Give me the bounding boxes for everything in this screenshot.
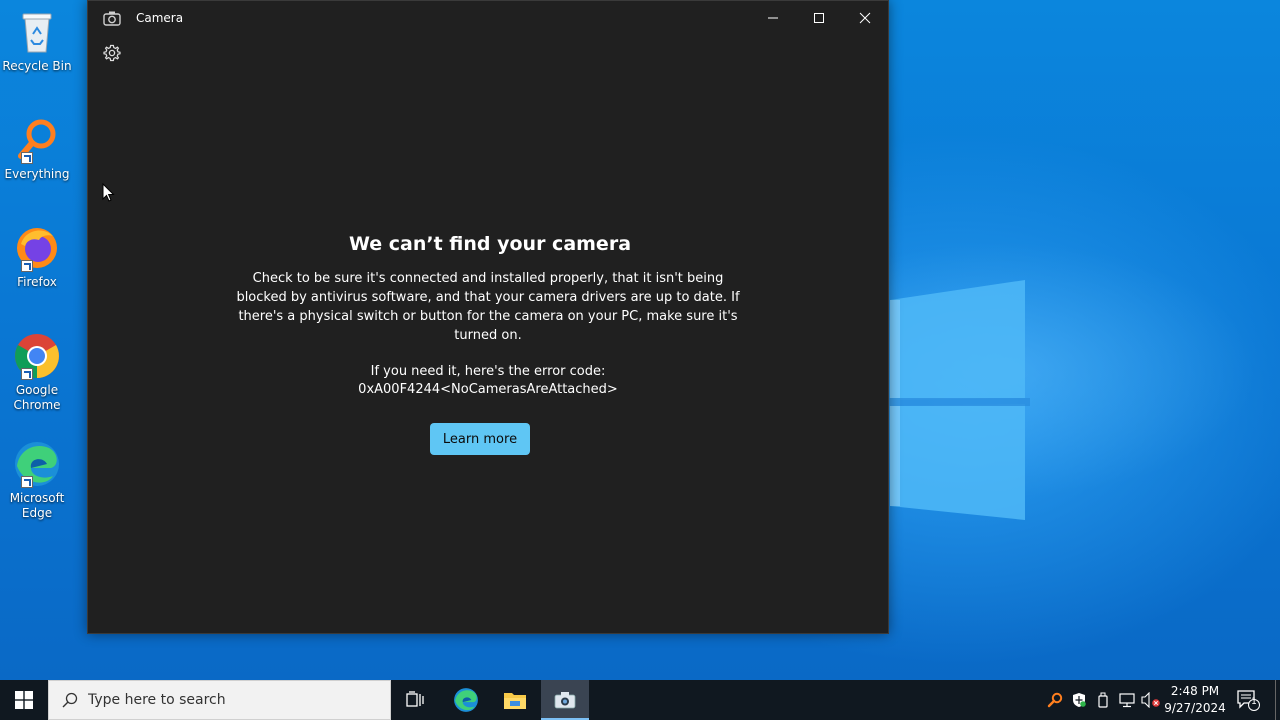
desktop-icon-label: Recycle Bin <box>2 59 72 73</box>
search-input[interactable] <box>86 691 370 709</box>
everything-search-icon <box>1047 692 1063 708</box>
start-button[interactable] <box>0 680 48 720</box>
edge-icon <box>454 688 478 712</box>
taskbar-edge[interactable] <box>442 680 490 720</box>
edge-icon <box>13 440 61 488</box>
title-bar[interactable]: Camera <box>88 1 888 35</box>
desktop-icon-microsoft-edge[interactable]: Microsoft Edge <box>2 440 72 521</box>
error-code-block: If you need it, here's the error code: 0… <box>358 363 618 399</box>
desktop-icon-label: Google Chrome <box>13 383 61 412</box>
learn-more-button[interactable]: Learn more <box>430 423 530 455</box>
usb-eject-icon <box>1098 692 1108 708</box>
volume-muted-icon <box>1141 692 1160 708</box>
clock-time: 2:48 PM <box>1170 684 1220 698</box>
camera-window: Camera We can’t find your camera Check t… <box>87 0 889 634</box>
clock-date: 9/27/2024 <box>1164 701 1226 715</box>
error-message: We can’t find your camera Check to be su… <box>88 233 888 455</box>
minimize-icon <box>768 17 778 19</box>
mouse-cursor-icon <box>102 183 115 202</box>
desktop-icon-google-chrome[interactable]: Google Chrome <box>2 332 72 413</box>
error-heading: We can’t find your camera <box>348 233 632 255</box>
camera-icon <box>103 11 121 26</box>
tray-network[interactable] <box>1117 690 1137 710</box>
settings-gear-icon[interactable] <box>102 43 122 63</box>
notification-count: 1 <box>1251 697 1257 707</box>
tray-usb[interactable] <box>1093 690 1113 710</box>
error-body: Check to be sure it's connected and inst… <box>236 271 740 343</box>
taskbar-clock[interactable]: 2:48 PM 9/27/2024 <box>1162 683 1228 717</box>
task-view-button[interactable] <box>392 680 440 720</box>
shortcut-arrow-icon <box>21 368 33 380</box>
windows-wallpaper-logo <box>880 280 1030 520</box>
desktop-icon-firefox[interactable]: Firefox <box>2 224 72 290</box>
recycle-bin-icon <box>13 8 61 56</box>
desktop-icon-label: Microsoft Edge <box>9 491 65 520</box>
maximize-icon <box>814 13 824 23</box>
action-center-button[interactable]: 1 <box>1235 688 1261 712</box>
tray-defender[interactable] <box>1069 690 1089 710</box>
close-button[interactable] <box>842 1 888 35</box>
taskbar-camera[interactable] <box>541 680 589 720</box>
shortcut-arrow-icon <box>21 152 33 164</box>
taskbar-search-box[interactable] <box>48 680 391 720</box>
taskbar: 2:48 PM 9/27/2024 1 <box>0 680 1280 720</box>
defender-shield-icon <box>1073 693 1086 707</box>
camera-icon <box>554 692 576 709</box>
windows-start-icon <box>15 691 33 709</box>
maximize-button[interactable] <box>796 1 842 35</box>
file-explorer-icon <box>504 693 526 709</box>
taskbar-file-explorer[interactable] <box>491 680 539 720</box>
network-icon <box>1119 693 1135 708</box>
desktop-icon-recycle-bin[interactable]: Recycle Bin <box>2 8 72 74</box>
chrome-icon <box>13 332 61 380</box>
desktop-icon-everything[interactable]: Everything <box>2 116 72 182</box>
show-desktop-button[interactable] <box>1275 680 1276 720</box>
window-title: Camera <box>136 11 184 25</box>
minimize-button[interactable] <box>750 1 796 35</box>
desktop-icon-label: Everything <box>4 167 70 181</box>
error-code: 0xA00F4244<NoCamerasAreAttached> <box>358 382 618 397</box>
close-icon <box>859 12 871 24</box>
everything-search-icon <box>13 116 61 164</box>
error-code-intro: If you need it, here's the error code: <box>370 364 606 379</box>
task-view-icon <box>406 691 424 707</box>
search-icon <box>62 692 78 708</box>
tray-everything[interactable] <box>1045 690 1065 710</box>
shortcut-arrow-icon <box>21 476 33 488</box>
desktop-icon-label: Firefox <box>17 275 57 289</box>
shortcut-arrow-icon <box>21 260 33 272</box>
tray-volume[interactable] <box>1141 690 1161 710</box>
firefox-icon <box>13 224 61 272</box>
